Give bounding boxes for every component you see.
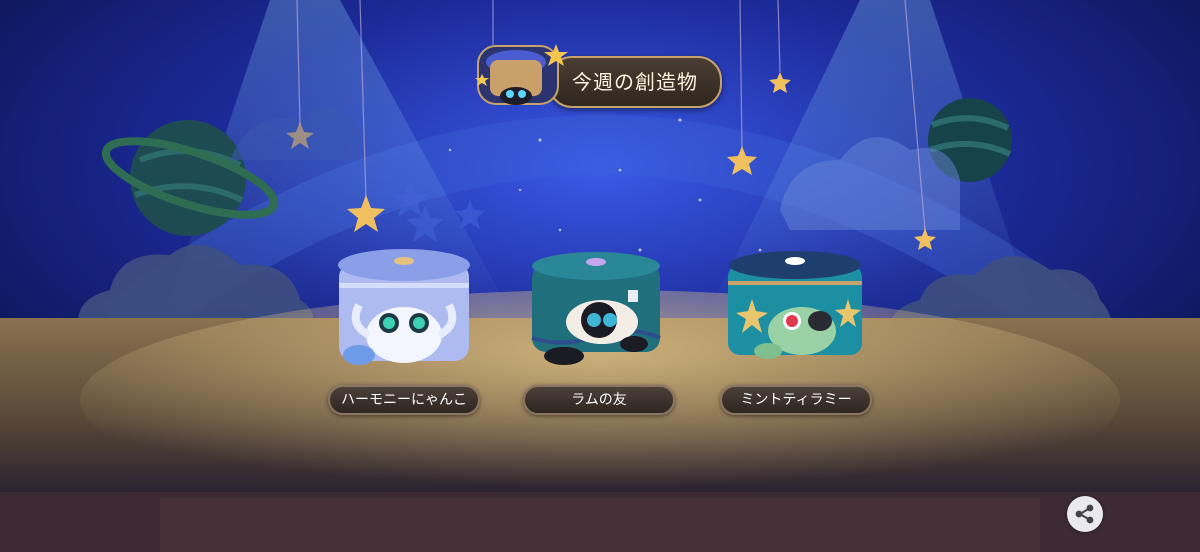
page-title: 今週の創造物 [572,70,698,94]
creature-name-button[interactable]: ミントティラミー [720,385,872,415]
creature-card-mint-tiramy[interactable] [722,247,882,377]
lamb-friend-box-icon [531,252,661,365]
mint-tiramy-box-icon [728,251,862,359]
harmony-cat-box-icon [338,249,470,365]
title-banner: 今週の創造物 [472,40,724,112]
game-scene: 今週の創造物 ハーモニーにゃんこ ラムの友 ミントティラミー [0,0,1200,552]
share-button[interactable] [1067,496,1103,532]
share-icon [1075,504,1094,524]
creature-name-button[interactable]: ラムの友 [523,385,675,415]
creature-emblem-icon [475,44,568,105]
creature-card-harmony-cat[interactable] [329,245,489,375]
creature-name-button[interactable]: ハーモニーにゃんこ [328,385,480,415]
creature-card-lamb-friend[interactable] [524,248,684,378]
